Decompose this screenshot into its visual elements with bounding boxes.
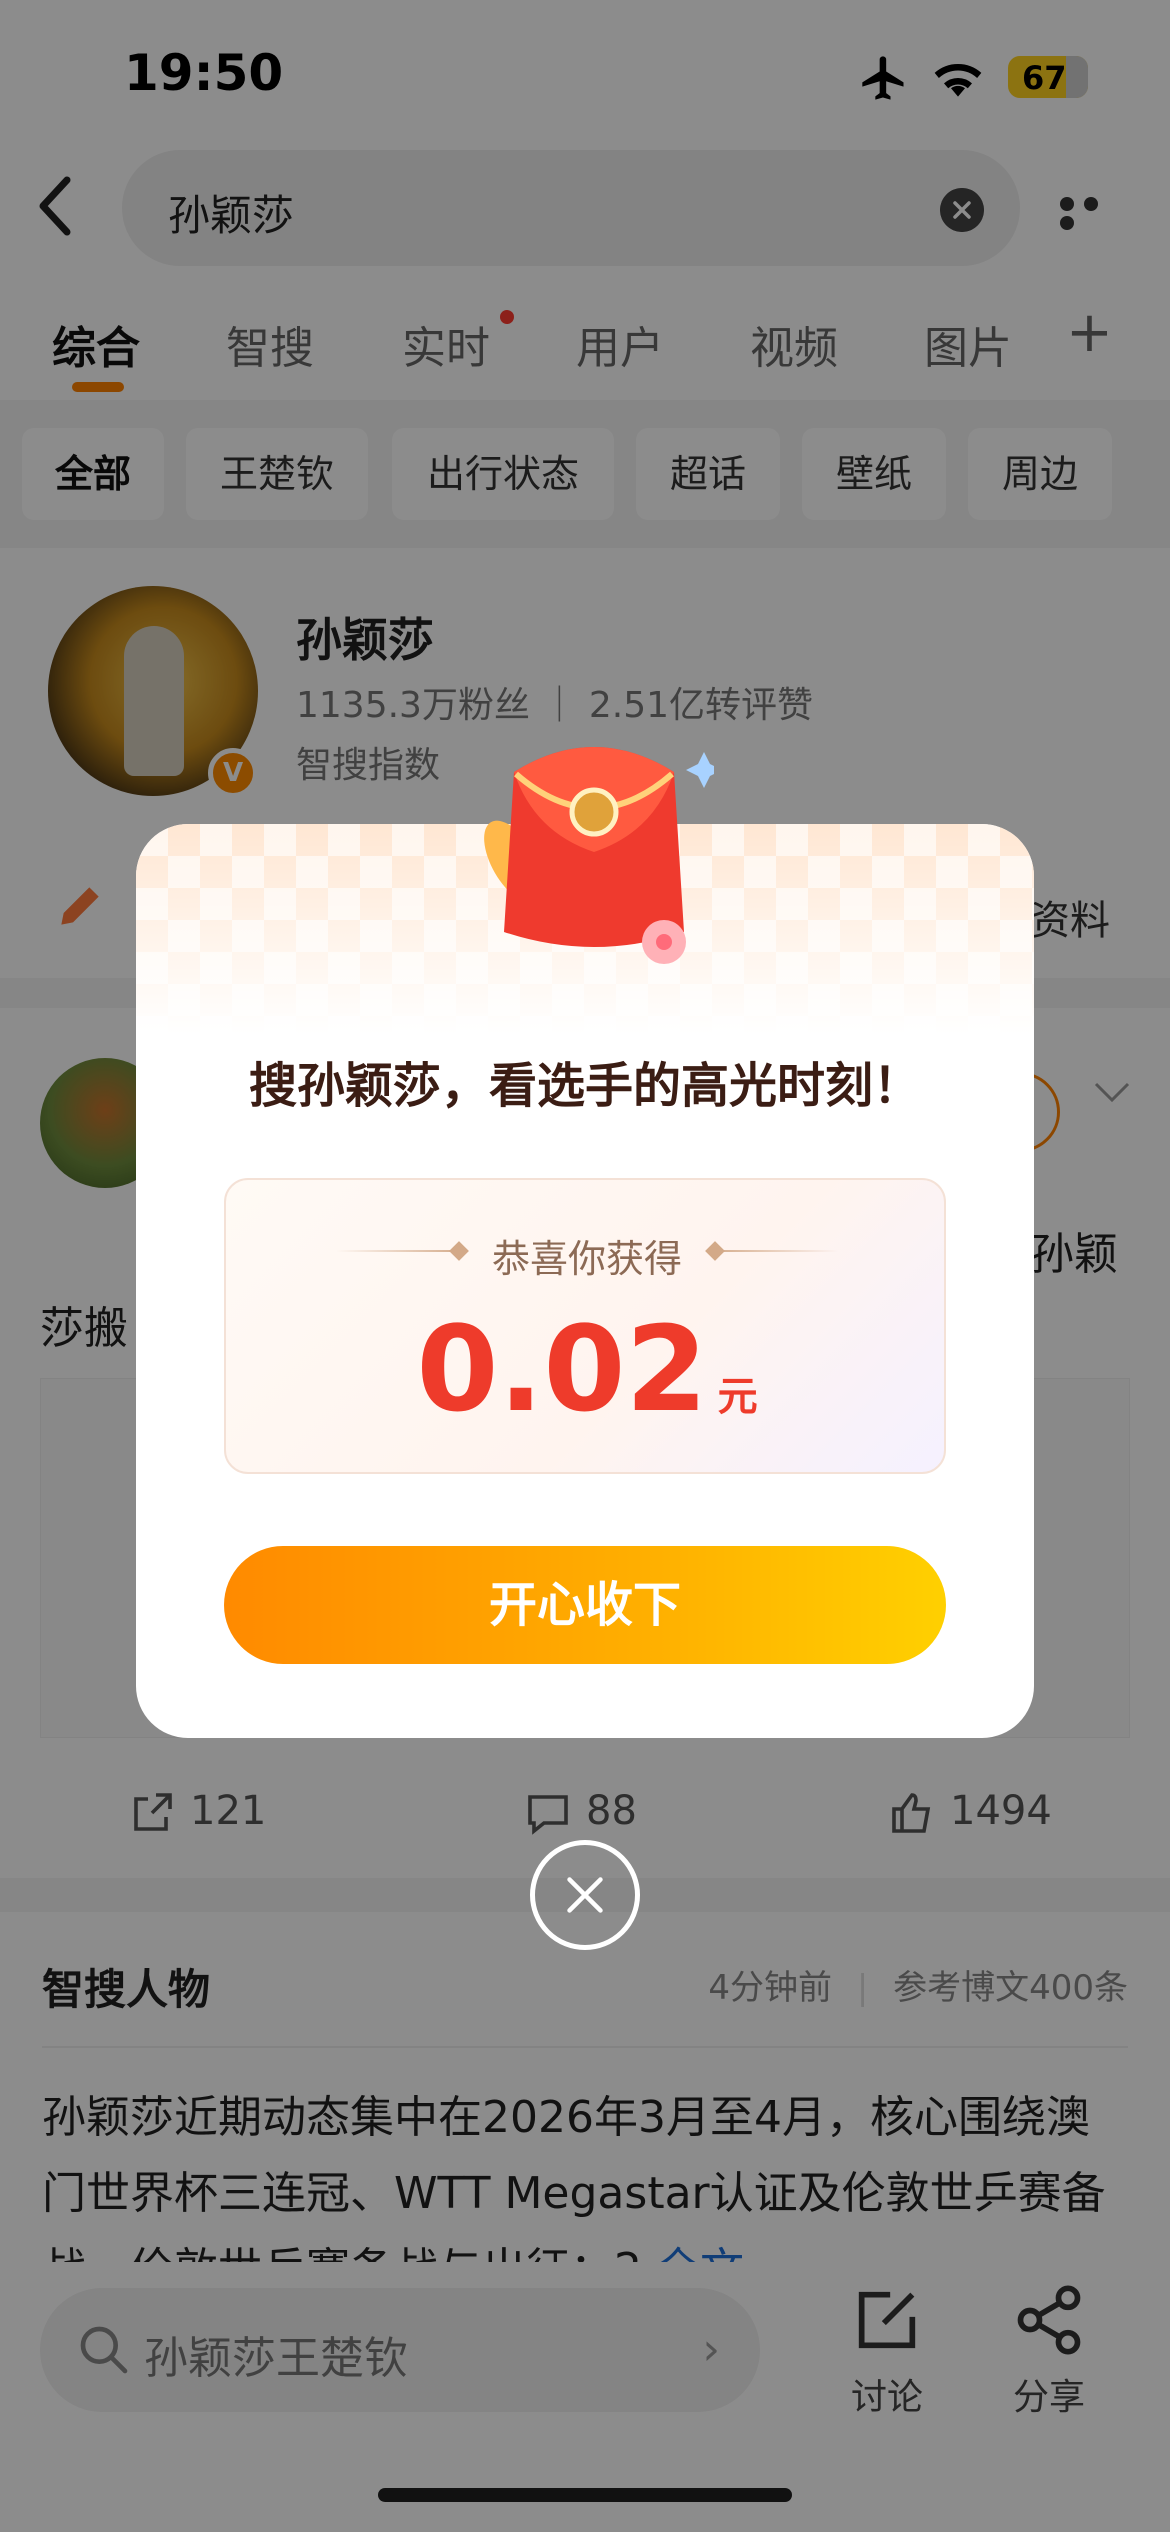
red-packet-icon: [484, 747, 714, 964]
accept-button[interactable]: 开心收下: [224, 1546, 946, 1664]
modal-headline: 搜孙颖莎，看选手的高光时刻！: [248, 1058, 921, 1114]
prize-amount: 0.02 元: [226, 1300, 948, 1438]
prize-box: 恭喜你获得 0.02 元: [224, 1178, 946, 1474]
prize-amount-unit: 元: [717, 1374, 758, 1420]
congrats-text: 恭喜你获得: [491, 1237, 682, 1281]
close-icon[interactable]: [530, 1840, 640, 1950]
prize-amount-value: 0.02: [416, 1300, 708, 1438]
decorative-line: [708, 1250, 838, 1252]
home-indicator: [378, 2488, 792, 2502]
